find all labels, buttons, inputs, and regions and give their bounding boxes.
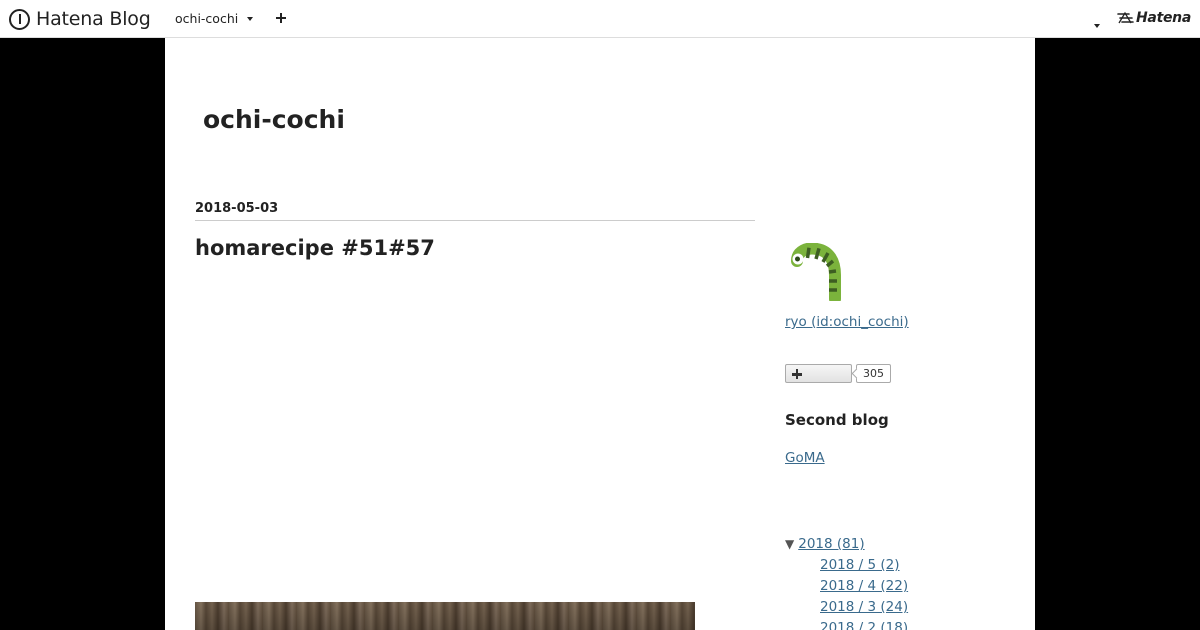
hatena-logo[interactable]: Hatena xyxy=(1117,10,1191,26)
entry-date: 2018-05-03 xyxy=(195,201,755,221)
brand-text: Hatena Blog xyxy=(36,8,151,30)
entry-title[interactable]: homarecipe #51#57 xyxy=(195,236,435,260)
archive-month-link[interactable]: 2018 / 4 (22) xyxy=(820,578,908,594)
subscribe-button[interactable] xyxy=(785,364,852,383)
archive-year-item: ▼ 2018 (81) xyxy=(785,536,865,552)
hatena-blog-logo-icon xyxy=(9,8,30,30)
add-entry-button[interactable] xyxy=(273,9,289,27)
archive-month-link[interactable]: 2018 / 5 (2) xyxy=(820,557,900,573)
top-navigation-bar: Hatena Blog ochi-cochi Hatena xyxy=(0,0,1200,38)
second-blog-heading: Second blog xyxy=(785,411,889,429)
blog-switcher[interactable]: ochi-cochi xyxy=(175,11,254,26)
entry-image xyxy=(195,602,695,630)
second-blog-link[interactable]: GoMA xyxy=(785,450,825,466)
archive-month-link[interactable]: 2018 / 3 (24) xyxy=(820,599,908,615)
subscriber-count: 305 xyxy=(856,364,891,383)
archive-year-link[interactable]: 2018 (81) xyxy=(798,536,864,552)
caret-down-icon xyxy=(247,16,254,21)
hatena-mark-icon xyxy=(1117,11,1134,24)
hatena-blog-logo[interactable]: Hatena Blog xyxy=(9,7,151,31)
avatar[interactable] xyxy=(785,243,843,301)
caret-down-icon xyxy=(1094,24,1100,28)
archive-month-link[interactable]: 2018 / 2 (18) xyxy=(820,620,908,630)
profile-link[interactable]: ryo (id:ochi_cochi) xyxy=(785,314,909,330)
hatena-logo-text: Hatena xyxy=(1136,10,1191,26)
blog-switcher-label: ochi-cochi xyxy=(175,11,239,26)
blog-title[interactable]: ochi-cochi xyxy=(203,105,345,134)
triangle-down-icon[interactable]: ▼ xyxy=(785,537,794,551)
main-container: ochi-cochi 2018-05-03 homarecipe #51#57 … xyxy=(165,38,1035,630)
user-menu-button[interactable] xyxy=(1091,13,1105,28)
